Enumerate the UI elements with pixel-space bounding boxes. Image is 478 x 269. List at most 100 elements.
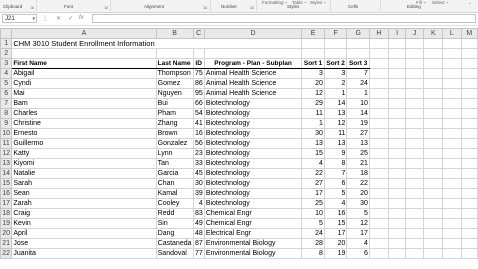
sort-3-cell[interactable]: 4 bbox=[346, 238, 370, 249]
cell[interactable] bbox=[442, 38, 462, 49]
program-cell[interactable]: Biotechnology bbox=[203, 168, 303, 179]
program-cell[interactable]: Animal Health Science bbox=[203, 78, 303, 89]
column-header[interactable]: C bbox=[192, 28, 205, 39]
cell[interactable] bbox=[423, 68, 444, 79]
cell[interactable] bbox=[460, 38, 478, 49]
cell[interactable] bbox=[423, 218, 444, 229]
cell[interactable] bbox=[405, 58, 425, 69]
cell[interactable] bbox=[346, 48, 370, 59]
row-header[interactable]: 3 bbox=[0, 58, 13, 69]
id-cell[interactable]: 83 bbox=[192, 208, 205, 219]
cell[interactable] bbox=[11, 48, 157, 59]
last-name-cell[interactable]: Nguyen bbox=[155, 88, 194, 99]
sort-2-cell[interactable]: 16 bbox=[323, 208, 348, 219]
cell[interactable] bbox=[387, 98, 407, 109]
sort-3-cell[interactable]: 24 bbox=[346, 78, 370, 89]
sort-3-cell[interactable]: 22 bbox=[346, 178, 370, 189]
sort-1-cell[interactable]: 24 bbox=[301, 228, 325, 239]
sort-1-cell[interactable]: 11 bbox=[301, 108, 325, 119]
sort-2-cell[interactable]: 7 bbox=[323, 168, 348, 179]
cell[interactable] bbox=[301, 48, 325, 59]
row-header[interactable]: 15 bbox=[0, 178, 13, 189]
cell[interactable] bbox=[423, 248, 444, 259]
id-cell[interactable]: 48 bbox=[192, 228, 205, 239]
first-name-cell[interactable]: Natalie bbox=[11, 168, 157, 179]
column-header[interactable]: F bbox=[323, 28, 348, 39]
formula-input[interactable] bbox=[92, 14, 476, 23]
sort-3-cell[interactable]: 10 bbox=[346, 98, 370, 109]
id-cell[interactable]: 77 bbox=[192, 248, 205, 259]
cell[interactable] bbox=[460, 158, 478, 169]
cell[interactable] bbox=[387, 158, 407, 169]
header-sort-3[interactable]: Sort 3 bbox=[346, 58, 370, 69]
cell[interactable] bbox=[442, 88, 462, 99]
row-header[interactable]: 13 bbox=[0, 158, 13, 169]
enter-check-icon[interactable]: ✓ bbox=[68, 15, 73, 22]
cell[interactable] bbox=[460, 118, 478, 129]
sort-1-cell[interactable]: 5 bbox=[301, 218, 325, 229]
cell[interactable] bbox=[405, 238, 425, 249]
cell[interactable] bbox=[387, 248, 407, 259]
first-name-cell[interactable]: Zarah bbox=[11, 198, 157, 209]
cell[interactable] bbox=[387, 178, 407, 189]
cell[interactable] bbox=[387, 48, 407, 59]
sort-3-cell[interactable]: 14 bbox=[346, 108, 370, 119]
cell[interactable] bbox=[442, 48, 462, 59]
cell[interactable] bbox=[442, 208, 462, 219]
cell[interactable] bbox=[423, 208, 444, 219]
row-header[interactable]: 14 bbox=[0, 168, 13, 179]
select-all-corner[interactable] bbox=[0, 28, 13, 39]
row-header[interactable]: 6 bbox=[0, 88, 13, 99]
cell[interactable] bbox=[460, 188, 478, 199]
id-cell[interactable]: 33 bbox=[192, 158, 205, 169]
program-cell[interactable]: Animal Health Science bbox=[203, 88, 303, 99]
sort-2-cell[interactable]: 15 bbox=[323, 218, 348, 229]
font-launcher-icon[interactable]: ⇲ bbox=[104, 5, 108, 11]
sort-1-cell[interactable]: 29 bbox=[301, 98, 325, 109]
cell[interactable] bbox=[460, 108, 478, 119]
row-header[interactable]: 1 bbox=[0, 38, 13, 49]
program-cell[interactable]: Environmental Biology bbox=[203, 238, 303, 249]
cell[interactable] bbox=[193, 38, 205, 49]
column-header[interactable]: I bbox=[387, 28, 407, 39]
program-cell[interactable]: Biotechnology bbox=[203, 118, 303, 129]
cell[interactable] bbox=[460, 208, 478, 219]
cell[interactable] bbox=[387, 218, 407, 229]
cell[interactable] bbox=[387, 228, 407, 239]
cell[interactable] bbox=[156, 38, 193, 49]
sort-3-cell[interactable]: 17 bbox=[346, 228, 370, 239]
cell[interactable] bbox=[368, 38, 389, 49]
cell[interactable] bbox=[368, 48, 389, 59]
cell[interactable] bbox=[405, 158, 425, 169]
cell[interactable] bbox=[368, 248, 389, 259]
cell[interactable] bbox=[460, 218, 478, 229]
cell[interactable] bbox=[405, 138, 425, 149]
cell[interactable] bbox=[368, 78, 389, 89]
sort-3-cell[interactable]: 13 bbox=[346, 138, 370, 149]
sheet-title-cell[interactable]: CHM 3010 Student Enrollment Information bbox=[11, 38, 157, 49]
cell[interactable] bbox=[405, 78, 425, 89]
program-cell[interactable]: Biotechnology bbox=[203, 198, 303, 209]
cell[interactable] bbox=[423, 128, 444, 139]
cell[interactable] bbox=[368, 118, 389, 129]
cell[interactable] bbox=[442, 178, 462, 189]
cell[interactable] bbox=[442, 198, 462, 209]
cell[interactable] bbox=[368, 128, 389, 139]
column-header[interactable]: H bbox=[368, 28, 389, 39]
cell[interactable] bbox=[368, 58, 389, 69]
cell[interactable] bbox=[368, 88, 389, 99]
insert-function-icon[interactable]: fx bbox=[79, 15, 84, 21]
cell[interactable] bbox=[405, 168, 425, 179]
cell[interactable] bbox=[323, 38, 348, 49]
id-cell[interactable]: 41 bbox=[192, 118, 205, 129]
program-cell[interactable]: Biotechnology bbox=[203, 158, 303, 169]
header-id[interactable]: ID bbox=[192, 58, 205, 69]
column-header[interactable]: E bbox=[301, 28, 325, 39]
first-name-cell[interactable]: Charles bbox=[11, 108, 157, 119]
cell[interactable] bbox=[405, 248, 425, 259]
sort-1-cell[interactable]: 10 bbox=[301, 208, 325, 219]
cell[interactable] bbox=[442, 238, 462, 249]
cell[interactable] bbox=[442, 188, 462, 199]
sort-1-cell[interactable]: 17 bbox=[301, 188, 325, 199]
cell[interactable] bbox=[368, 238, 389, 249]
